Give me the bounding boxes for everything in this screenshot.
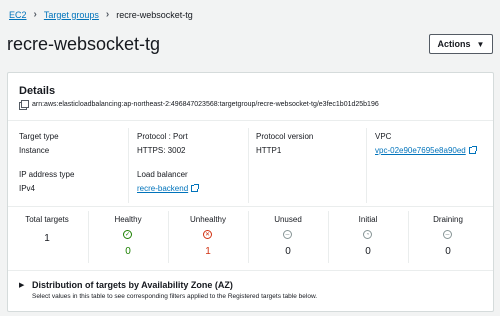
column-divider bbox=[248, 211, 249, 263]
pending-circle-icon: ◔ bbox=[363, 230, 372, 239]
column-divider bbox=[128, 128, 129, 203]
external-link-icon bbox=[468, 146, 477, 154]
draining-label: Draining bbox=[433, 215, 463, 224]
check-circle-icon: ✓ bbox=[123, 230, 132, 239]
unhealthy-label: Unhealthy bbox=[189, 215, 227, 224]
protocol-port-label: Protocol : Port bbox=[137, 132, 188, 141]
caret-right-icon[interactable]: ▶ bbox=[19, 281, 24, 289]
column-divider bbox=[88, 211, 89, 263]
x-circle-icon: ✕ bbox=[203, 230, 212, 239]
breadcrumb-current: recre-websocket-tg bbox=[116, 9, 193, 20]
target-type-label: Target type bbox=[19, 132, 59, 141]
protocol-version-value: HTTP1 bbox=[256, 146, 282, 155]
az-distribution-toggle[interactable]: Distribution of targets by Availability … bbox=[32, 280, 233, 290]
breadcrumb-ec2-link[interactable]: EC2 bbox=[9, 10, 27, 20]
breadcrumb: EC2 › Target groups › recre-websocket-tg bbox=[9, 9, 193, 20]
draining-value[interactable]: 0 bbox=[413, 246, 483, 257]
divider bbox=[8, 206, 493, 207]
minus-circle-icon: – bbox=[283, 230, 292, 239]
column-divider bbox=[366, 128, 367, 203]
divider bbox=[8, 120, 493, 121]
healthy-value[interactable]: 0 bbox=[93, 246, 163, 257]
arn-row: arn:aws:elasticloadbalancing:ap-northeas… bbox=[19, 100, 379, 110]
target-type-value: Instance bbox=[19, 146, 50, 155]
unused-label: Unused bbox=[274, 215, 302, 224]
details-panel: Details arn:aws:elasticloadbalancing:ap-… bbox=[7, 72, 494, 312]
arn-value: arn:aws:elasticloadbalancing:ap-northeas… bbox=[32, 101, 379, 108]
copy-icon[interactable] bbox=[19, 100, 29, 110]
vpc-value: vpc-02e90e7695e8a90ed bbox=[375, 146, 466, 155]
unused-value[interactable]: 0 bbox=[253, 246, 323, 257]
divider bbox=[8, 270, 493, 271]
unhealthy-value[interactable]: 1 bbox=[173, 246, 243, 257]
actions-label: Actions bbox=[437, 39, 471, 49]
column-divider bbox=[168, 211, 169, 263]
initial-value[interactable]: 0 bbox=[333, 246, 403, 257]
actions-button[interactable]: Actions ▼ bbox=[429, 34, 493, 54]
az-description: Select values in this table to see corre… bbox=[32, 293, 318, 300]
minus-circle-icon: – bbox=[443, 230, 452, 239]
breadcrumb-target-groups-link[interactable]: Target groups bbox=[44, 10, 99, 20]
column-divider bbox=[408, 211, 409, 263]
vpc-link[interactable]: vpc-02e90e7695e8a90ed bbox=[375, 146, 477, 155]
chevron-right-icon: › bbox=[33, 9, 37, 20]
load-balancer-value: recre-backend bbox=[137, 184, 189, 193]
load-balancer-label: Load balancer bbox=[137, 170, 188, 179]
total-targets-value: 1 bbox=[44, 233, 50, 244]
ip-address-type-value: IPv4 bbox=[19, 184, 36, 193]
load-balancer-link[interactable]: recre-backend bbox=[137, 184, 200, 193]
chevron-right-icon: › bbox=[105, 9, 110, 20]
total-targets-label: Total targets bbox=[25, 215, 69, 224]
details-title: Details bbox=[19, 85, 56, 97]
column-divider bbox=[328, 211, 329, 263]
page-title: recre-websocket-tg bbox=[7, 34, 161, 54]
caret-down-icon: ▼ bbox=[476, 39, 485, 49]
protocol-version-label: Protocol version bbox=[256, 132, 314, 141]
ip-address-type-label: IP address type bbox=[19, 170, 75, 179]
column-divider bbox=[248, 128, 249, 203]
external-link-icon bbox=[191, 184, 200, 192]
protocol-port-value: HTTPS: 3002 bbox=[137, 146, 186, 155]
initial-label: Initial bbox=[358, 215, 378, 224]
vpc-label: VPC bbox=[375, 132, 392, 141]
healthy-label: Healthy bbox=[114, 215, 142, 224]
